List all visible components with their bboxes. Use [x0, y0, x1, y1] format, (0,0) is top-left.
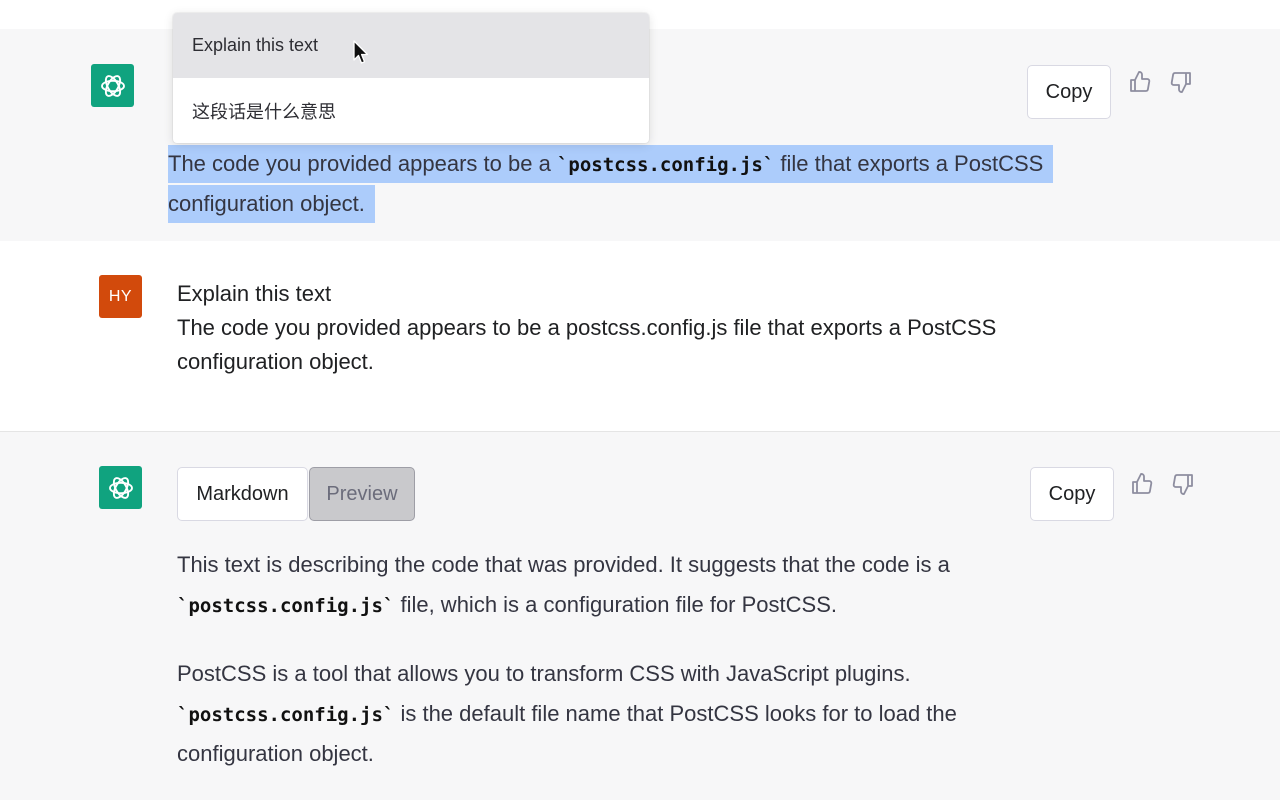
user-message-line-1: Explain this text	[177, 281, 332, 306]
copy-button[interactable]: Copy	[1030, 467, 1114, 521]
mouse-cursor-icon	[353, 40, 369, 64]
user-avatar: HY	[99, 275, 142, 318]
response-paragraph-2-line-2: `postcss.config.js` is the default file …	[177, 697, 957, 732]
response-paragraph-1-line-1: This text is describing the code that wa…	[177, 552, 950, 577]
response-paragraph-1-line-2: `postcss.config.js` file, which is a con…	[177, 588, 837, 623]
text-segment: is the default file name that PostCSS lo…	[394, 701, 957, 726]
assistant-avatar	[91, 64, 134, 107]
inline-code: `postcss.config.js`	[556, 154, 775, 176]
inline-code: `postcss.config.js`	[177, 704, 395, 726]
text-segment: The code you provided appears to be a	[168, 151, 557, 176]
user-message-line-2: The code you provided appears to be a po…	[177, 315, 997, 340]
markdown-tab-button[interactable]: Markdown	[177, 467, 308, 521]
openai-logo-icon	[108, 476, 133, 499]
assistant-avatar	[99, 466, 142, 509]
thumbs-down-icon[interactable]	[1169, 70, 1193, 94]
thumbs-up-icon[interactable]	[1130, 472, 1154, 496]
copy-button[interactable]: Copy	[1027, 65, 1111, 119]
preview-tab-button[interactable]: Preview	[309, 467, 415, 521]
user-message-line-3: configuration object.	[177, 349, 374, 374]
selected-text-line-1[interactable]: The code you provided appears to be a `p…	[168, 145, 1054, 183]
thumbs-down-icon[interactable]	[1171, 472, 1195, 496]
selected-text-line-2[interactable]: configuration object.	[168, 185, 375, 223]
text-segment: file, which is a configuration file for …	[394, 592, 837, 617]
response-paragraph-2-line-3: configuration object.	[177, 741, 374, 766]
menu-item-explain[interactable]: Explain this text	[173, 13, 649, 78]
inline-code: `postcss.config.js`	[177, 595, 395, 617]
context-menu: Explain this text 这段话是什么意思	[173, 13, 649, 143]
response-paragraph-2-line-1: PostCSS is a tool that allows you to tra…	[177, 661, 911, 686]
text-segment: file that exports a PostCSS	[774, 151, 1044, 176]
openai-logo-icon	[100, 74, 125, 97]
menu-item-chinese[interactable]: 这段话是什么意思	[173, 78, 649, 143]
thumbs-up-icon[interactable]	[1128, 70, 1152, 94]
